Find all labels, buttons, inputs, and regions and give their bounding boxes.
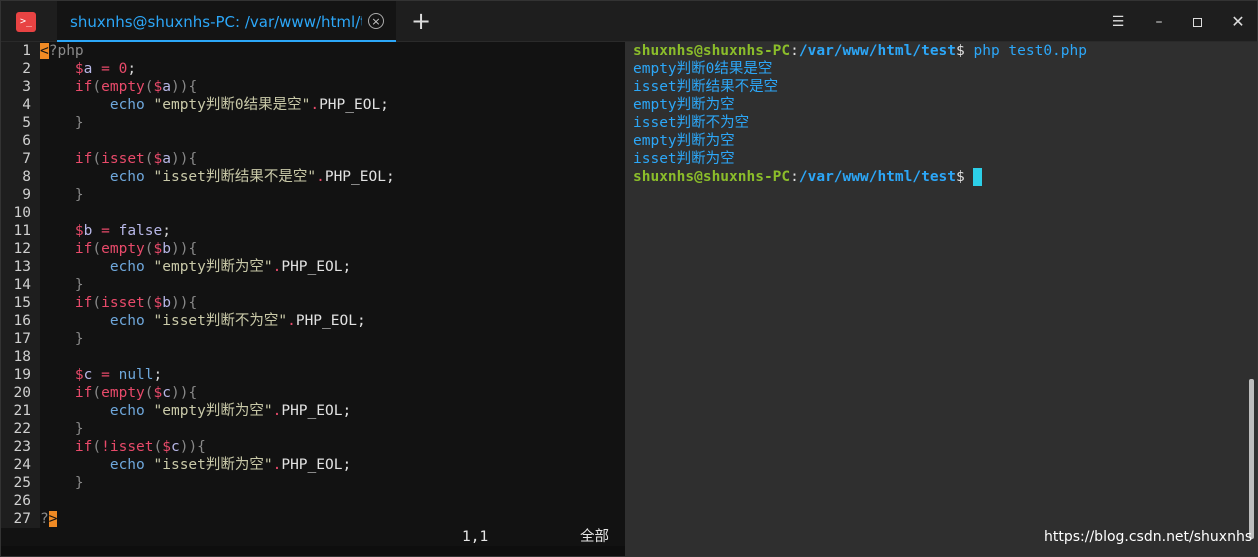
line-number: 16 bbox=[13, 313, 31, 329]
tab-title: shuxnhs@shuxnhs-PC: /var/www/html/test bbox=[70, 13, 362, 31]
line-number: 19 bbox=[13, 367, 31, 383]
code-line: if(empty($b)){ bbox=[74, 241, 198, 257]
line-number: 24 bbox=[13, 457, 31, 473]
prompt-line: shuxnhs@shuxnhs-PC:/var/www/html/test$ bbox=[633, 168, 983, 186]
code-line: echo "empty判断0结果是空".PHP_EOL; bbox=[40, 97, 389, 113]
line-number: 1 bbox=[22, 43, 31, 59]
line-number: 3 bbox=[22, 79, 31, 95]
code-line: } bbox=[40, 277, 84, 293]
line-number: 14 bbox=[13, 277, 31, 293]
line-number: 25 bbox=[13, 475, 31, 491]
line-number: 18 bbox=[13, 349, 31, 365]
code-line: $a = 0; bbox=[40, 61, 137, 77]
close-window-icon[interactable]: ✕ bbox=[1228, 12, 1248, 32]
tab-terminal[interactable]: shuxnhs@shuxnhs-PC: /var/www/html/test × bbox=[57, 1, 396, 42]
code-line: if(!isset($c)){ bbox=[74, 439, 206, 455]
menu-icon[interactable]: ☰ bbox=[1108, 12, 1128, 32]
line-number: 11 bbox=[13, 223, 31, 239]
line-number: 4 bbox=[22, 97, 31, 113]
line-number: 27 bbox=[13, 511, 31, 527]
line-number: 9 bbox=[22, 187, 31, 203]
line-number: 6 bbox=[22, 133, 31, 149]
output-line: isset判断结果不是空 bbox=[633, 79, 779, 95]
output-line: isset判断为空 bbox=[633, 151, 735, 167]
code-line: if(empty($c)){ bbox=[74, 385, 198, 401]
code-line: echo "isset判断不为空".PHP_EOL; bbox=[40, 313, 366, 329]
code-line: echo "isset判断结果不是空".PHP_EOL; bbox=[40, 169, 395, 185]
add-tab-button[interactable]: + bbox=[409, 7, 433, 35]
code-line: if(isset($b)){ bbox=[74, 295, 198, 311]
cursor-position: 1,1 bbox=[462, 529, 489, 545]
line-number: 8 bbox=[22, 169, 31, 185]
scroll-indicator: 全部 bbox=[580, 529, 609, 545]
code-line: <?php bbox=[40, 43, 84, 59]
line-number: 15 bbox=[13, 295, 31, 311]
terminal-output-pane[interactable]: shuxnhs@shuxnhs-PC:/var/www/html/test$ p… bbox=[625, 42, 1257, 556]
title-bar: >_ shuxnhs@shuxnhs-PC: /var/www/html/tes… bbox=[1, 1, 1257, 42]
watermark: https://blog.csdn.net/shuxnhs bbox=[1044, 529, 1253, 545]
line-number: 5 bbox=[22, 115, 31, 131]
line-number: 17 bbox=[13, 331, 31, 347]
line-number: 21 bbox=[13, 403, 31, 419]
line-number: 20 bbox=[13, 385, 31, 401]
line-number: 7 bbox=[22, 151, 31, 167]
terminal-scrollbar[interactable] bbox=[1249, 379, 1254, 539]
code-line: echo "isset判断为空".PHP_EOL; bbox=[40, 457, 352, 473]
prompt-line: shuxnhs@shuxnhs-PC:/var/www/html/test$ p… bbox=[633, 43, 1087, 59]
maximize-icon[interactable] bbox=[1187, 12, 1207, 32]
vim-editor-pane[interactable]: 1 <?php 2 $a = 0; 3 if(empty($a)){ 4 echo… bbox=[1, 42, 625, 546]
line-number: 10 bbox=[13, 205, 31, 221]
code-line: ?> bbox=[40, 511, 58, 527]
output-line: empty判断为空 bbox=[633, 97, 735, 113]
output-line: empty判断为空 bbox=[633, 133, 735, 149]
code-line: } bbox=[40, 475, 84, 491]
close-tab-icon[interactable]: × bbox=[368, 13, 384, 29]
code-line: } bbox=[40, 187, 84, 203]
code-line: } bbox=[40, 421, 84, 437]
code-line: $b = false; bbox=[40, 223, 171, 239]
minimize-icon[interactable]: – bbox=[1149, 12, 1169, 32]
line-number: 12 bbox=[13, 241, 31, 257]
output-line: isset判断不为空 bbox=[633, 115, 750, 131]
code-line: $c = null; bbox=[40, 367, 163, 383]
code-line: if(empty($a)){ bbox=[74, 79, 198, 95]
line-number: 22 bbox=[13, 421, 31, 437]
terminal-window: >_ shuxnhs@shuxnhs-PC: /var/www/html/tes… bbox=[0, 0, 1258, 557]
line-number: 2 bbox=[22, 61, 31, 77]
line-number: 13 bbox=[13, 259, 31, 275]
code-line: echo "empty判断为空".PHP_EOL; bbox=[40, 403, 352, 419]
line-number: 23 bbox=[13, 439, 31, 455]
terminal-cursor bbox=[973, 168, 983, 186]
vim-status-bar: 1,1 全部 bbox=[1, 528, 625, 546]
code-line: echo "empty判断为空".PHP_EOL; bbox=[40, 259, 352, 275]
code-line: } bbox=[40, 115, 84, 131]
code-line: } bbox=[40, 331, 84, 347]
code-line: if(isset($a)){ bbox=[74, 151, 198, 167]
terminal-icon[interactable]: >_ bbox=[16, 12, 36, 32]
line-number: 26 bbox=[13, 493, 31, 509]
output-line: empty判断0结果是空 bbox=[633, 61, 773, 77]
